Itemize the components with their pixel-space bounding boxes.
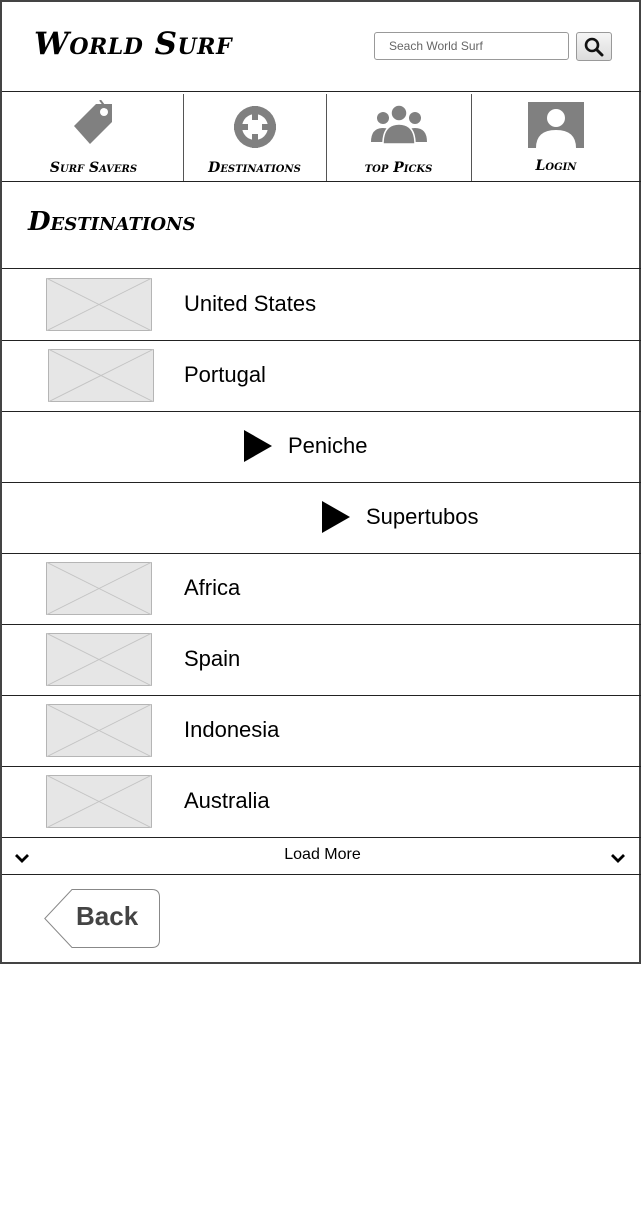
list-item-label: Supertubos xyxy=(366,504,479,529)
app-frame: World Surf Surf Savers xyxy=(0,0,641,964)
chevron-down-icon xyxy=(611,854,625,863)
nav-label: Destinations xyxy=(208,160,301,176)
list-item[interactable]: Peniche xyxy=(2,411,641,482)
image-placeholder xyxy=(48,349,154,402)
image-placeholder xyxy=(46,704,152,757)
brand-logo: World Surf xyxy=(34,26,233,62)
image-placeholder xyxy=(46,775,152,828)
list-item-label: United States xyxy=(184,291,317,316)
group-icon xyxy=(370,104,427,145)
list-item-label: Spain xyxy=(184,646,241,671)
nav-surf-savers[interactable]: Surf Savers xyxy=(4,94,184,182)
expand-arrow-icon xyxy=(244,430,272,462)
nav-label: top Picks xyxy=(364,160,433,176)
tag-icon xyxy=(73,100,112,144)
back-label: Back xyxy=(76,901,139,931)
list-item[interactable]: United States xyxy=(2,269,641,340)
list-item-label: Australia xyxy=(184,788,270,813)
image-placeholder xyxy=(46,633,152,686)
list-item-label: Indonesia xyxy=(184,717,280,742)
list-item[interactable]: Portugal xyxy=(2,340,641,411)
nav-label: Login xyxy=(535,158,577,174)
nav-destinations[interactable]: Destinations xyxy=(183,94,327,182)
list-item-label: Africa xyxy=(184,575,241,600)
list-item[interactable]: Spain xyxy=(2,624,641,695)
image-placeholder xyxy=(46,562,152,615)
list-item-label: Peniche xyxy=(288,433,368,458)
search-input[interactable] xyxy=(374,32,569,60)
list-item[interactable]: Africa xyxy=(2,553,641,624)
divider xyxy=(2,91,641,92)
search-icon xyxy=(584,37,604,56)
nav-login[interactable]: Login xyxy=(471,94,641,182)
user-avatar-icon xyxy=(528,102,584,148)
nav-label: Surf Savers xyxy=(49,160,138,176)
expand-arrow-icon xyxy=(322,501,350,533)
search-button[interactable] xyxy=(576,32,612,61)
main-nav: Surf Savers Destinations top Picks Login xyxy=(4,94,641,182)
divider xyxy=(2,181,641,182)
divider xyxy=(2,874,641,875)
page-title: Destinations xyxy=(28,207,196,237)
back-button[interactable]: Back xyxy=(44,889,160,948)
target-icon xyxy=(233,106,276,148)
divider xyxy=(2,837,641,838)
image-placeholder xyxy=(46,278,152,331)
load-more-bar[interactable]: Load More xyxy=(2,840,641,875)
load-more-label: Load More xyxy=(284,846,361,863)
list-item[interactable]: Indonesia xyxy=(2,695,641,766)
list-item-label: Portugal xyxy=(184,362,266,387)
list-item[interactable]: Australia xyxy=(2,766,641,837)
list-item[interactable]: Supertubos xyxy=(2,482,641,553)
nav-top-picks[interactable]: top Picks xyxy=(326,94,472,182)
